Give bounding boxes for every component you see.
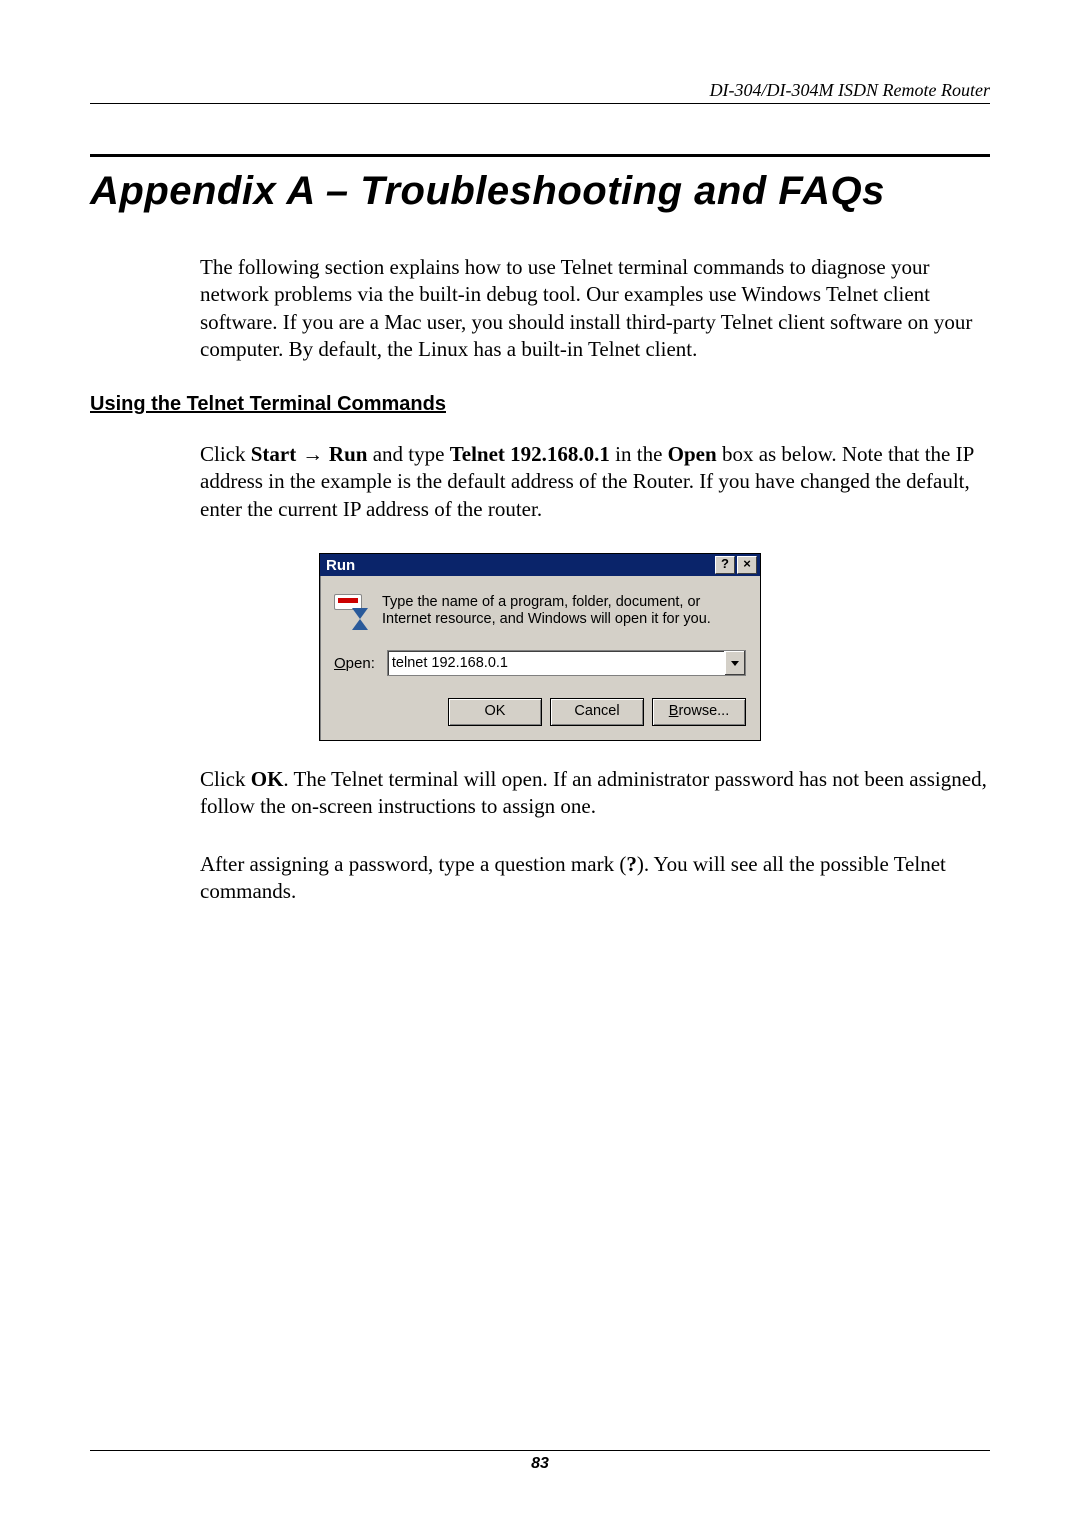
- title-region: Appendix A – Troubleshooting and FAQs: [90, 154, 990, 214]
- bold-run: Run: [329, 442, 368, 466]
- text: After assigning a password, type a quest…: [200, 852, 626, 876]
- ok-button[interactable]: OK: [448, 698, 542, 726]
- dialog-button-row: OK Cancel Browse...: [334, 698, 746, 726]
- bold-question-mark: ?: [626, 852, 637, 876]
- bold-telnet-cmd: Telnet 192.168.0.1: [450, 442, 610, 466]
- text: and type: [367, 442, 449, 466]
- running-title: DI-304/DI-304M ISDN Remote Router: [90, 80, 990, 101]
- instruction-paragraph-3: After assigning a password, type a quest…: [200, 851, 990, 906]
- chevron-down-icon: [731, 661, 739, 666]
- browse-rest: rowse...: [678, 703, 729, 719]
- instruction-paragraph-2: Click OK. The Telnet terminal will open.…: [200, 766, 990, 821]
- run-dialog: Run ? × Type the name of a program, fold…: [319, 553, 761, 741]
- cancel-button[interactable]: Cancel: [550, 698, 644, 726]
- open-input[interactable]: [388, 651, 724, 675]
- dialog-titlebar: Run ? ×: [320, 554, 760, 576]
- arrow-icon: →: [296, 443, 329, 466]
- dropdown-button[interactable]: [724, 651, 745, 675]
- help-button[interactable]: ?: [715, 556, 735, 574]
- dialog-top-row: Type the name of a program, folder, docu…: [334, 594, 746, 630]
- browse-mnemonic: B: [669, 703, 679, 719]
- page-header: DI-304/DI-304M ISDN Remote Router: [90, 80, 990, 104]
- open-label-mnemonic: O: [334, 655, 346, 672]
- open-label: Open:: [334, 655, 375, 672]
- bold-open: Open: [668, 442, 717, 466]
- open-combobox[interactable]: [387, 650, 746, 676]
- titlebar-buttons: ? ×: [715, 556, 757, 574]
- text: Click: [200, 767, 251, 791]
- appendix-title: Appendix A – Troubleshooting and FAQs: [90, 169, 990, 214]
- dialog-description: Type the name of a program, folder, docu…: [382, 594, 746, 630]
- section-heading: Using the Telnet Terminal Commands: [90, 393, 990, 416]
- intro-paragraph: The following section explains how to us…: [200, 254, 990, 363]
- dialog-body: Type the name of a program, folder, docu…: [320, 576, 760, 740]
- browse-button[interactable]: Browse...: [652, 698, 746, 726]
- page-number: 83: [531, 1455, 549, 1472]
- text: Click: [200, 442, 251, 466]
- dialog-title: Run: [323, 557, 715, 574]
- bold-start: Start: [251, 442, 297, 466]
- text: . The Telnet terminal will open. If an a…: [200, 767, 987, 818]
- page: DI-304/DI-304M ISDN Remote Router Append…: [0, 0, 1080, 1528]
- bold-ok: OK: [251, 767, 284, 791]
- page-footer: 83: [90, 1450, 990, 1473]
- close-button[interactable]: ×: [737, 556, 757, 574]
- run-program-icon: [334, 594, 370, 630]
- open-label-rest: pen:: [346, 655, 375, 672]
- text: in the: [610, 442, 668, 466]
- instruction-paragraph-1: Click Start → Run and type Telnet 192.16…: [200, 441, 990, 523]
- open-row: Open:: [334, 650, 746, 676]
